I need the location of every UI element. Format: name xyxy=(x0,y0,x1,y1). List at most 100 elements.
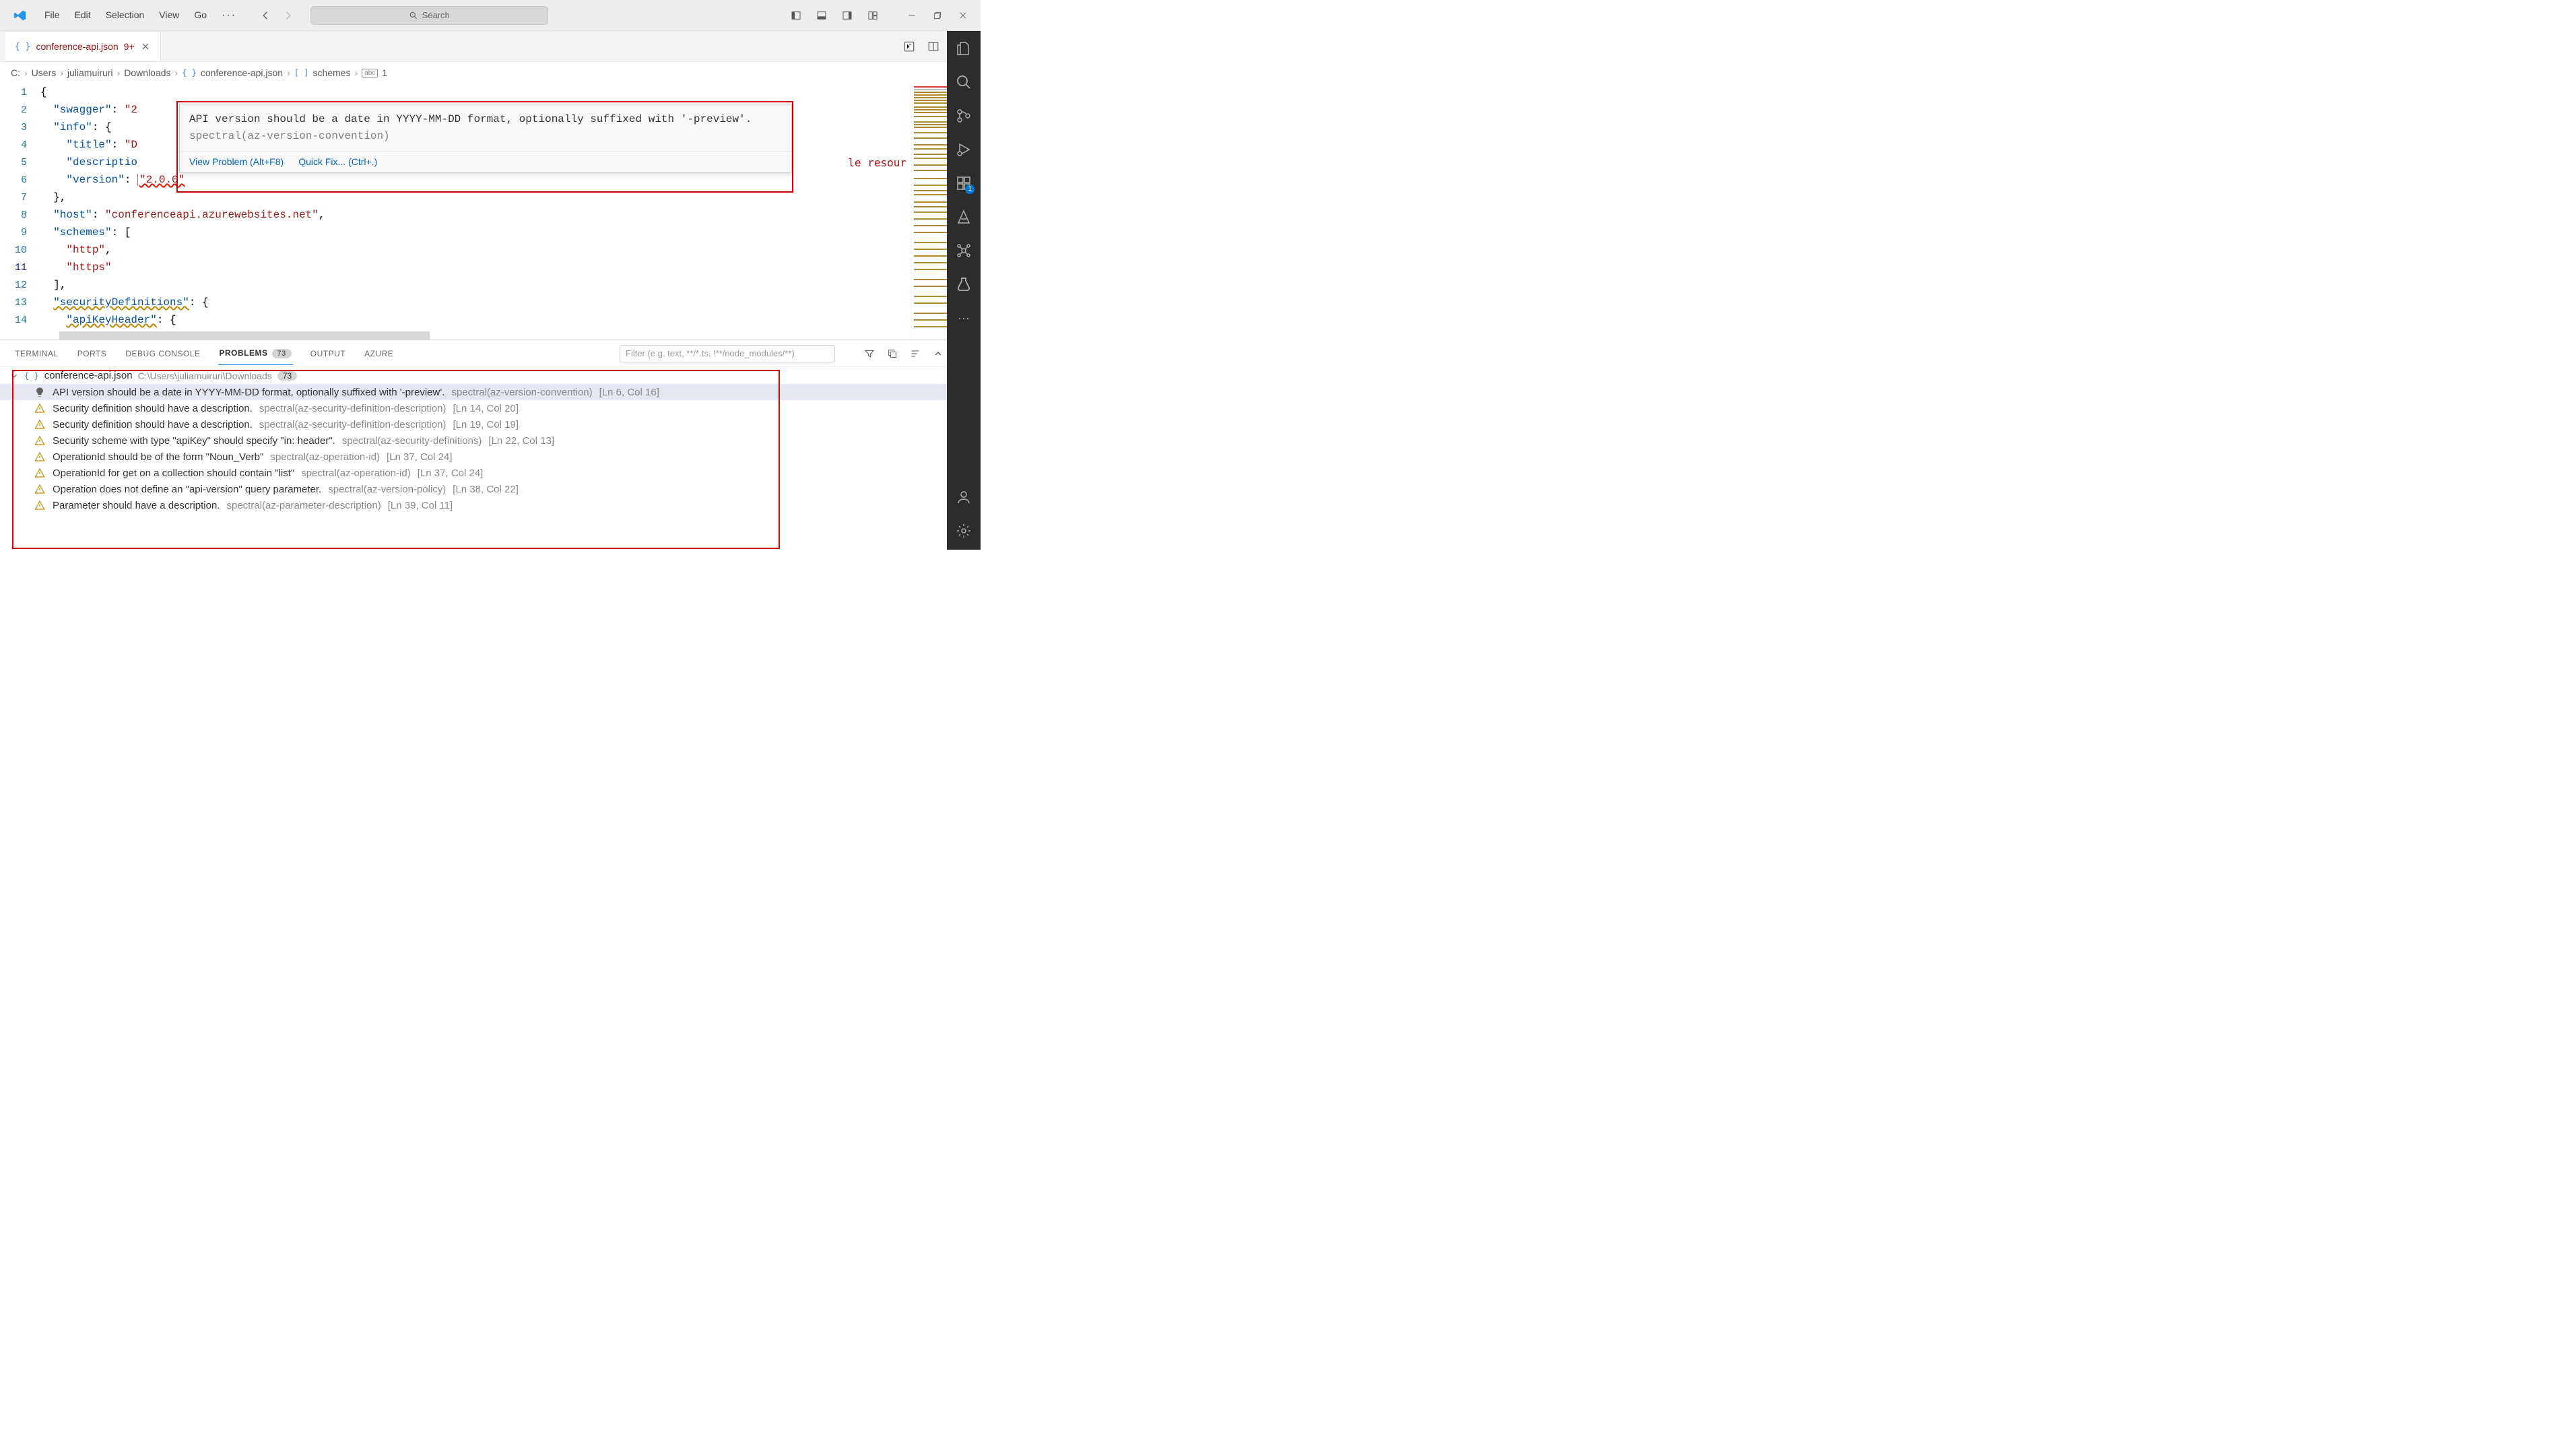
panel-tab-output[interactable]: OUTPUT xyxy=(309,342,347,365)
back-icon[interactable] xyxy=(257,6,275,25)
panel-tab-ports[interactable]: PORTS xyxy=(76,342,108,365)
panel-tab-terminal[interactable]: TERMINAL xyxy=(13,342,60,365)
settings-gear-icon[interactable] xyxy=(954,521,973,540)
source-control-icon[interactable] xyxy=(954,106,973,125)
breadcrumb-part[interactable]: schemes xyxy=(312,67,350,78)
breadcrumb-part[interactable]: juliamuiruri xyxy=(67,67,113,78)
forward-icon[interactable] xyxy=(278,6,297,25)
warning-icon xyxy=(34,434,46,447)
breadcrumb-part[interactable]: Downloads xyxy=(124,67,170,78)
extensions-icon[interactable]: 1 xyxy=(954,174,973,193)
close-icon[interactable] xyxy=(951,3,975,28)
breadcrumb[interactable]: C:› Users› juliamuiruri› Downloads› { } … xyxy=(0,62,981,84)
restore-icon[interactable] xyxy=(925,3,950,28)
breadcrumb-part[interactable]: C: xyxy=(11,67,20,78)
problem-message: Parameter should have a description. xyxy=(53,500,220,511)
breadcrumb-part[interactable]: Users xyxy=(32,67,57,78)
panel-tab-debug-console[interactable]: DEBUG CONSOLE xyxy=(124,342,201,365)
layout-controls xyxy=(784,3,975,28)
problem-row[interactable]: Operation does not define an "api-versio… xyxy=(0,481,981,497)
menu-selection[interactable]: Selection xyxy=(99,7,152,24)
breadcrumb-part[interactable]: 1 xyxy=(382,67,387,78)
more-icon[interactable]: ··· xyxy=(954,309,973,327)
testing-icon[interactable] xyxy=(954,275,973,294)
problem-location: [Ln 39, Col 11] xyxy=(388,500,453,511)
files-icon[interactable] xyxy=(954,39,973,58)
panel-right-icon[interactable] xyxy=(835,3,859,28)
problem-location: [Ln 22, Col 13] xyxy=(488,435,554,447)
file-problem-count: 73 xyxy=(277,371,297,381)
problem-location: [Ln 14, Col 20] xyxy=(453,403,519,414)
problem-rule: spectral(az-security-definitions) xyxy=(342,435,482,447)
problems-filter-input[interactable]: Filter (e.g. text, **/*.ts, !**/node_mod… xyxy=(620,345,835,362)
view-problem-link[interactable]: View Problem (Alt+F8) xyxy=(189,156,284,167)
problem-location: [Ln 37, Col 24] xyxy=(387,451,453,463)
problem-row[interactable]: OperationId for get on a collection shou… xyxy=(0,465,981,481)
menu-file[interactable]: File xyxy=(38,7,67,24)
search-icon xyxy=(409,11,418,20)
problems-list: { } conference-api.json C:\Users\juliamu… xyxy=(0,367,981,548)
view-as-tree-icon[interactable] xyxy=(909,348,921,360)
problem-message: API version should be a date in YYYY-MM-… xyxy=(53,387,444,398)
problem-message: Security scheme with type "apiKey" shoul… xyxy=(53,435,335,447)
problem-rule: spectral(az-version-policy) xyxy=(328,484,446,495)
tab-conference-api[interactable]: { } conference-api.json 9+ xyxy=(5,31,161,61)
problem-location: [Ln 19, Col 19] xyxy=(453,419,519,430)
azure-icon[interactable] xyxy=(954,207,973,226)
menu-view[interactable]: View xyxy=(152,7,186,24)
menu-edit[interactable]: Edit xyxy=(68,7,98,24)
menu-overflow-icon[interactable]: ··· xyxy=(215,7,243,24)
api-center-icon[interactable] xyxy=(954,241,973,260)
menu-bar: File Edit Selection View Go ··· xyxy=(38,7,243,24)
search-icon[interactable] xyxy=(954,73,973,92)
activity-bar: 1 ··· xyxy=(947,31,981,550)
horizontal-scrollbar[interactable] xyxy=(59,331,430,340)
command-center-search[interactable]: Search xyxy=(310,6,548,25)
problem-message: Security definition should have a descri… xyxy=(53,403,253,414)
problem-row[interactable]: OperationId should be of the form "Noun_… xyxy=(0,449,981,465)
accounts-icon[interactable] xyxy=(954,488,973,507)
menu-go[interactable]: Go xyxy=(187,7,213,24)
tab-problem-badge: 9+ xyxy=(124,41,135,52)
filter-icon[interactable] xyxy=(863,348,876,360)
warning-icon xyxy=(34,402,46,414)
code-editor[interactable]: 1{ 2 "swagger": "2 3 "info": { 4 "title"… xyxy=(0,84,911,340)
nav-buttons xyxy=(257,6,297,25)
problem-row[interactable]: Security definition should have a descri… xyxy=(0,416,981,432)
problem-location: [Ln 37, Col 24] xyxy=(418,468,484,479)
vscode-logo-icon xyxy=(12,7,28,24)
problem-rule: spectral(az-security-definition-descript… xyxy=(259,403,447,414)
editor-tabs: { } conference-api.json 9+ ··· xyxy=(0,31,981,62)
warning-icon xyxy=(34,451,46,463)
problem-file-header[interactable]: { } conference-api.json C:\Users\juliamu… xyxy=(0,367,981,384)
quick-fix-link[interactable]: Quick Fix... (Ctrl+.) xyxy=(298,156,377,167)
problem-row[interactable]: Security scheme with type "apiKey" shoul… xyxy=(0,432,981,449)
problem-row[interactable]: API version should be a date in YYYY-MM-… xyxy=(0,384,981,400)
warning-icon xyxy=(34,418,46,430)
panel-tab-problems[interactable]: PROBLEMS73 xyxy=(218,342,293,365)
chevron-down-icon[interactable] xyxy=(9,371,19,381)
problem-location: [Ln 38, Col 22] xyxy=(453,484,519,495)
split-editor-icon[interactable] xyxy=(927,40,940,53)
problem-row[interactable]: Security definition should have a descri… xyxy=(0,400,981,416)
minimize-icon[interactable] xyxy=(900,3,924,28)
array-icon: [ ] xyxy=(294,68,309,77)
panel-tab-azure[interactable]: AZURE xyxy=(363,342,395,365)
json-file-icon: { } xyxy=(15,42,30,52)
tab-close-icon[interactable] xyxy=(140,41,151,52)
problem-rule: spectral(az-parameter-description) xyxy=(226,500,381,511)
panel-left-icon[interactable] xyxy=(784,3,808,28)
run-debug-icon[interactable] xyxy=(954,140,973,159)
compare-icon[interactable] xyxy=(902,40,916,53)
problem-message: OperationId should be of the form "Noun_… xyxy=(53,451,263,463)
panel-bottom-icon[interactable] xyxy=(810,3,834,28)
hover-tooltip: API version should be a date in YYYY-MM-… xyxy=(179,104,792,173)
customize-layout-icon[interactable] xyxy=(861,3,885,28)
panel-tabs: TERMINAL PORTS DEBUG CONSOLE PROBLEMS73 … xyxy=(0,340,981,367)
problem-rule: spectral(az-security-definition-descript… xyxy=(259,419,447,430)
problem-row[interactable]: Parameter should have a description. spec… xyxy=(0,497,981,513)
collapse-all-icon[interactable] xyxy=(886,348,898,360)
chevron-up-icon[interactable] xyxy=(932,348,944,360)
extensions-badge: 1 xyxy=(965,185,975,194)
breadcrumb-part[interactable]: conference-api.json xyxy=(201,67,283,78)
